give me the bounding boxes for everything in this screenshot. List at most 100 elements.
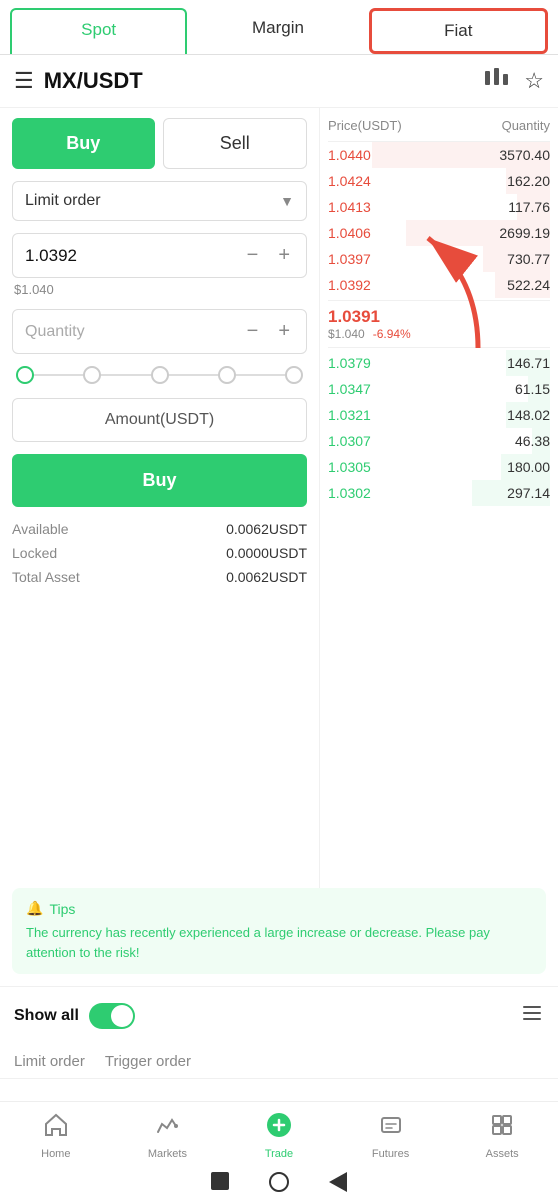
sell-order-qty: 117.76 <box>490 199 550 215</box>
slider-dot-0[interactable] <box>16 366 34 384</box>
order-book-header: Price(USDT) Quantity <box>328 114 550 142</box>
sell-order-row[interactable]: 1.0397 730.77 <box>328 246 550 272</box>
sell-order-qty: 730.77 <box>490 251 550 267</box>
tab-limit-order[interactable]: Limit order <box>14 1053 85 1078</box>
sell-order-row[interactable]: 1.0392 522.24 <box>328 272 550 298</box>
nav-markets[interactable]: Markets <box>132 1112 202 1160</box>
tab-fiat[interactable]: Fiat <box>369 8 548 54</box>
slider-dot-100[interactable] <box>285 366 303 384</box>
tips-title: 🔔 Tips <box>26 900 532 917</box>
futures-icon <box>378 1112 404 1145</box>
buy-order-price: 1.0305 <box>328 459 371 475</box>
tab-margin[interactable]: Margin <box>191 8 364 54</box>
back-square-icon[interactable] <box>211 1172 229 1190</box>
price-input-row: 1.0392 − + <box>12 233 307 278</box>
price-usd-label: $1.040 <box>12 282 307 297</box>
available-label: Available <box>12 521 69 537</box>
sell-tab-button[interactable]: Sell <box>163 118 308 169</box>
buy-order-price: 1.0321 <box>328 407 371 423</box>
nav-assets[interactable]: Assets <box>467 1112 537 1160</box>
nav-futures[interactable]: Futures <box>356 1112 426 1160</box>
buy-order-row[interactable]: 1.0302 297.14 <box>328 480 550 506</box>
hamburger-icon[interactable]: ☰ <box>14 68 34 94</box>
total-asset-value: 0.0062USDT <box>226 569 307 585</box>
chevron-down-icon: ▼ <box>280 193 294 209</box>
current-price-usd: $1.040 <box>328 327 365 341</box>
list-icon[interactable] <box>520 1001 544 1031</box>
nav-home[interactable]: Home <box>21 1112 91 1160</box>
total-asset-label: Total Asset <box>12 569 80 585</box>
trade-icon <box>266 1112 292 1145</box>
buy-order-qty: 148.02 <box>490 407 550 423</box>
amount-usdt-button[interactable]: Amount(USDT) <box>12 398 307 442</box>
nav-items: Home Markets Trade <box>0 1102 558 1166</box>
show-all-toggle[interactable] <box>89 1003 135 1029</box>
sell-order-price: 1.0413 <box>328 199 371 215</box>
buy-order-qty: 46.38 <box>490 433 550 449</box>
price-col-label: Price(USDT) <box>328 118 402 133</box>
trade-label: Trade <box>265 1148 293 1160</box>
locked-label: Locked <box>12 545 57 561</box>
buy-order-row[interactable]: 1.0379 146.71 <box>328 350 550 376</box>
tips-icon: 🔔 <box>26 900 43 917</box>
sell-order-price: 1.0440 <box>328 147 371 163</box>
left-panel: Buy Sell Limit order ▼ 1.0392 − + $1.040… <box>0 108 320 888</box>
buy-order-row[interactable]: 1.0347 61.15 <box>328 376 550 402</box>
tab-spot[interactable]: Spot <box>10 8 187 54</box>
order-type-select[interactable]: Limit order ▼ <box>12 181 307 221</box>
available-row: Available 0.0062USDT <box>12 521 307 537</box>
back-triangle-icon[interactable] <box>329 1172 347 1192</box>
order-tabs: Limit order Trigger order <box>0 1045 558 1079</box>
tips-label: Tips <box>49 901 75 917</box>
sell-order-qty: 162.20 <box>490 173 550 189</box>
futures-label: Futures <box>372 1148 409 1160</box>
buy-orders: 1.0379 146.71 1.0347 61.15 1.0321 148.02… <box>328 350 550 506</box>
system-bar <box>0 1166 558 1200</box>
main-content: Buy Sell Limit order ▼ 1.0392 − + $1.040… <box>0 108 558 888</box>
home-circle-icon[interactable] <box>269 1172 289 1192</box>
locked-row: Locked 0.0000USDT <box>12 545 307 561</box>
buy-order-price: 1.0379 <box>328 355 371 371</box>
total-asset-row: Total Asset 0.0062USDT <box>12 569 307 585</box>
buy-tab-button[interactable]: Buy <box>12 118 155 169</box>
current-price-row: 1.0391 $1.040 -6.94% <box>328 300 550 348</box>
slider-dot-50[interactable] <box>151 366 169 384</box>
show-all-row: Show all <box>0 986 558 1045</box>
assets-label: Assets <box>486 1148 519 1160</box>
slider-dot-75[interactable] <box>218 366 236 384</box>
percentage-slider[interactable] <box>12 366 307 384</box>
sell-order-qty: 2699.19 <box>490 225 550 241</box>
quantity-controls: − + <box>243 320 294 343</box>
sell-order-price: 1.0392 <box>328 277 371 293</box>
quantity-input-row[interactable]: Quantity − + <box>12 309 307 354</box>
buy-order-row[interactable]: 1.0305 180.00 <box>328 454 550 480</box>
tab-trigger-order[interactable]: Trigger order <box>105 1053 191 1078</box>
sell-order-row[interactable]: 1.0413 117.76 <box>328 194 550 220</box>
buy-action-button[interactable]: Buy <box>12 454 307 507</box>
chart-icon[interactable] <box>484 67 510 95</box>
quantity-increase-button[interactable]: + <box>274 320 294 343</box>
markets-label: Markets <box>148 1148 187 1160</box>
buy-order-qty: 146.71 <box>490 355 550 371</box>
sell-order-qty: 522.24 <box>490 277 550 293</box>
asset-info: Available 0.0062USDT Locked 0.0000USDT T… <box>12 521 307 585</box>
home-label: Home <box>41 1148 70 1160</box>
slider-dot-25[interactable] <box>83 366 101 384</box>
qty-col-label: Quantity <box>502 118 550 133</box>
toggle-knob <box>111 1005 133 1027</box>
price-decrease-button[interactable]: − <box>243 244 263 267</box>
assets-icon <box>489 1112 515 1145</box>
buy-sell-row: Buy Sell <box>12 118 307 169</box>
show-all-label: Show all <box>14 1007 79 1025</box>
nav-trade[interactable]: Trade <box>244 1112 314 1160</box>
sell-order-row[interactable]: 1.0406 2699.19 <box>328 220 550 246</box>
quantity-decrease-button[interactable]: − <box>243 320 263 343</box>
price-increase-button[interactable]: + <box>274 244 294 267</box>
markets-icon <box>154 1112 180 1145</box>
buy-order-row[interactable]: 1.0321 148.02 <box>328 402 550 428</box>
sell-order-row[interactable]: 1.0440 3570.40 <box>328 142 550 168</box>
star-icon[interactable]: ☆ <box>524 68 544 94</box>
buy-order-row[interactable]: 1.0307 46.38 <box>328 428 550 454</box>
sell-order-row[interactable]: 1.0424 162.20 <box>328 168 550 194</box>
quantity-placeholder: Quantity <box>25 323 243 341</box>
